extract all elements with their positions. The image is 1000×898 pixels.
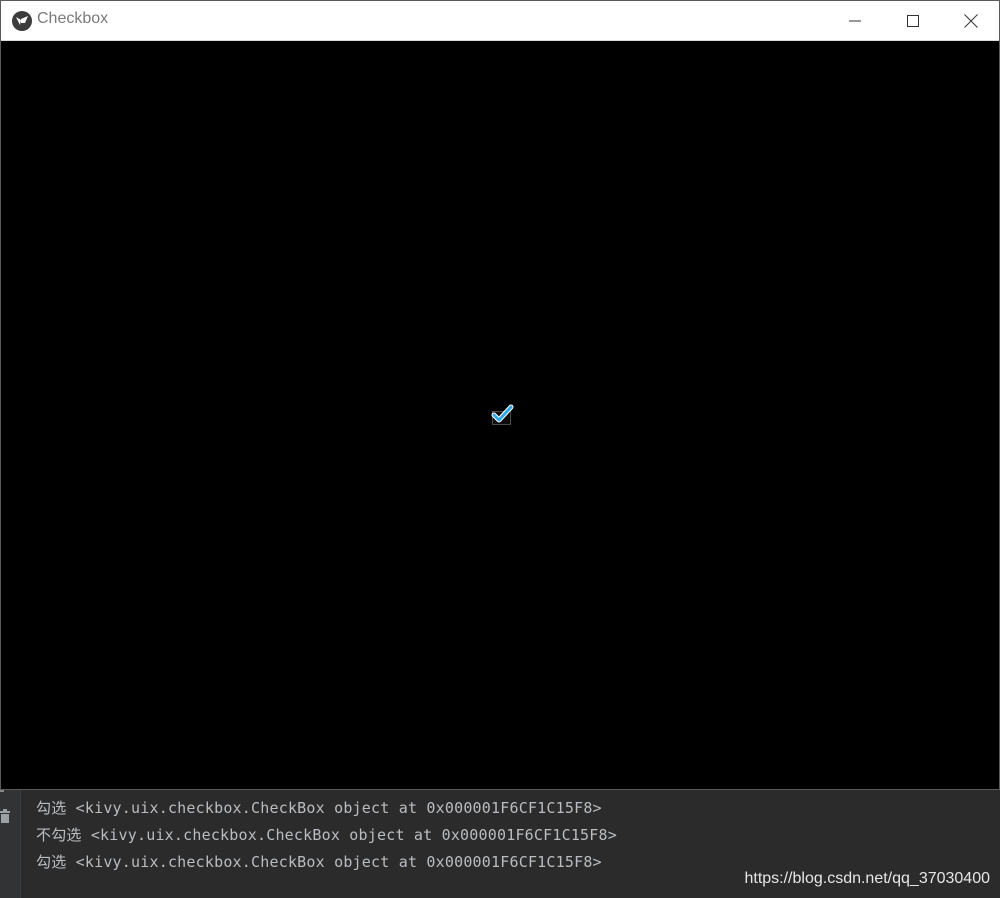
run-console: 勾选 <kivy.uix.checkbox.CheckBox object at… <box>0 790 1000 898</box>
watermark: https://blog.csdn.net/qq_37030400 <box>744 870 990 887</box>
console-line: 不勾选 <kivy.uix.checkbox.CheckBox object a… <box>36 826 617 844</box>
minimize-button[interactable] <box>826 1 884 41</box>
console-gutter <box>0 790 21 898</box>
trash-icon[interactable] <box>0 808 10 827</box>
app-window: Checkbox <box>0 0 1000 790</box>
title-bar[interactable]: Checkbox <box>1 1 999 41</box>
kivy-logo-icon <box>12 11 32 31</box>
close-button[interactable] <box>942 1 1000 41</box>
app-canvas <box>1 41 999 789</box>
checkbox[interactable] <box>491 404 514 427</box>
maximize-button[interactable] <box>884 1 942 41</box>
gutter-marker <box>0 790 4 792</box>
console-line: 勾选 <kivy.uix.checkbox.CheckBox object at… <box>36 799 602 817</box>
check-mark-icon <box>491 404 514 423</box>
console-line: 勾选 <kivy.uix.checkbox.CheckBox object at… <box>36 853 602 871</box>
window-title: Checkbox <box>37 10 109 27</box>
